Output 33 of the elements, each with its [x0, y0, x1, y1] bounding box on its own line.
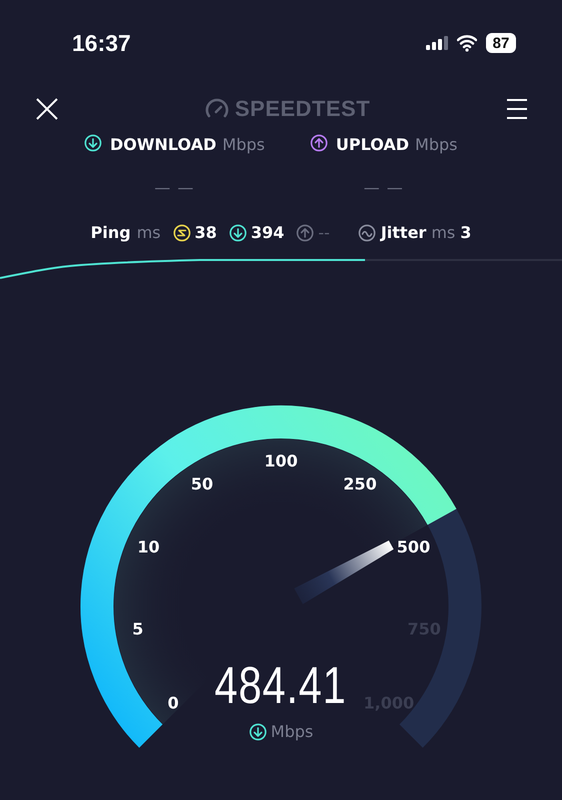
result-label: DOWNLOAD — [110, 134, 216, 154]
clock-time: 16:37 — [72, 30, 131, 56]
result-value: — — — [364, 178, 404, 197]
unit-label: Mbps — [222, 134, 265, 154]
signal-icon — [426, 36, 448, 50]
jitter-value: 3 — [460, 223, 472, 242]
result-value: — — — [154, 178, 194, 197]
unit-label: Mbps — [415, 134, 458, 154]
scale-label: 10 — [137, 538, 160, 556]
result-label: UPLOAD — [336, 134, 410, 154]
menu-button[interactable] — [506, 98, 528, 120]
ping-label: Ping — [90, 223, 131, 242]
idle-ping-icon — [172, 224, 191, 242]
close-button[interactable] — [35, 97, 59, 121]
app-logo-text: SPEEDTEST — [234, 96, 370, 122]
ping-value: 38 — [194, 223, 217, 242]
scale-label: 250 — [343, 474, 377, 494]
battery-icon: 87 — [486, 33, 516, 53]
wave-icon — [358, 224, 376, 242]
scale-label: 5 — [132, 619, 144, 638]
speed-value: 484.41 — [214, 660, 347, 712]
ping-value: 394 — [250, 223, 284, 242]
scale-label: 50 — [190, 474, 214, 494]
unit-label: ms — [136, 223, 161, 242]
scale-label: 0 — [168, 694, 179, 712]
unit-label: Mbps — [270, 722, 314, 741]
scale-label: 500 — [396, 538, 430, 556]
gauge-logo-icon — [204, 98, 229, 120]
jitter-label: Jitter — [380, 223, 426, 242]
wifi-icon — [457, 34, 477, 52]
scale-label: 100 — [264, 452, 298, 470]
unit-label: ms — [431, 223, 456, 242]
ping-value: -- — [318, 223, 330, 242]
